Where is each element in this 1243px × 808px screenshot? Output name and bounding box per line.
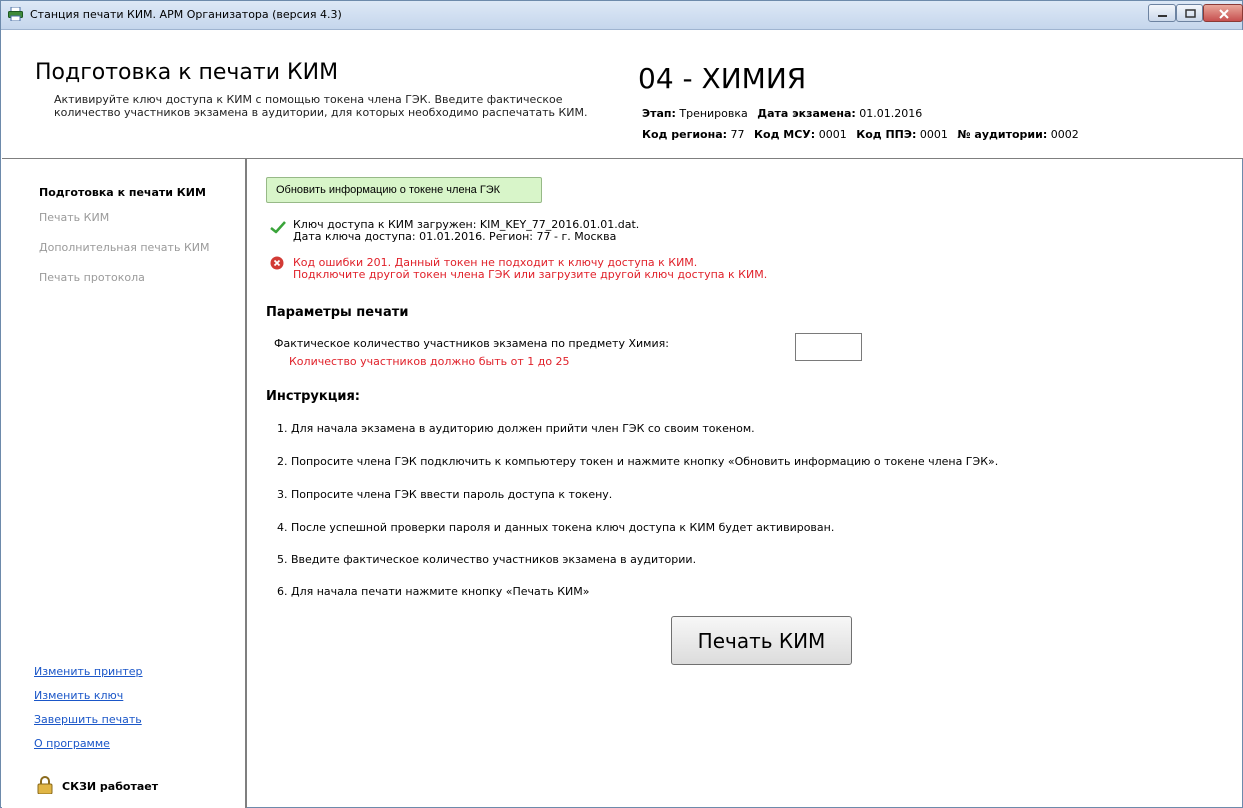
- app-window: Станция печати КИМ. АРМ Организатора (ве…: [0, 0, 1243, 808]
- stage-value: Тренировка: [679, 107, 748, 120]
- maximize-button[interactable]: [1176, 4, 1203, 22]
- refresh-token-button[interactable]: Обновить информацию о токене члена ГЭК: [266, 177, 542, 203]
- sidebar-item-print[interactable]: Печать КИМ: [39, 211, 109, 224]
- sidebar: [2, 159, 247, 808]
- instructions-title: Инструкция:: [266, 389, 360, 404]
- maximize-icon: [1185, 9, 1196, 18]
- close-button[interactable]: [1203, 4, 1243, 22]
- exam-date-value: 01.01.2016: [859, 107, 923, 120]
- instruction-step-6: 6. Для начала печати нажмите кнопку «Печ…: [277, 585, 590, 598]
- subject-title: 04 - ХИМИЯ: [638, 62, 807, 95]
- about-link[interactable]: О программе: [34, 737, 110, 750]
- key-date-message: Дата ключа доступа: 01.01.2016. Регион: …: [293, 230, 617, 243]
- close-icon: [1219, 9, 1229, 19]
- title-bar[interactable]: Станция печати КИМ. АРМ Организатора (ве…: [1, 1, 1243, 30]
- change-printer-link[interactable]: Изменить принтер: [34, 665, 143, 678]
- minimize-icon: [1158, 15, 1167, 17]
- sidebar-item-print-protocol[interactable]: Печать протокола: [39, 271, 145, 284]
- exam-date-label: Дата экзамена:: [757, 107, 856, 120]
- stage-label: Этап:: [642, 107, 676, 120]
- instruction-step-4: 4. После успешной проверки пароля и данн…: [277, 521, 835, 534]
- room-label: № аудитории:: [957, 128, 1048, 141]
- lock-icon: [37, 776, 53, 794]
- page-description: Активируйте ключ доступа к КИМ с помощью…: [54, 93, 588, 119]
- exam-meta-row1: Этап: Тренировка Дата экзамена: 01.01.20…: [642, 107, 928, 120]
- msu-value: 0001: [818, 128, 847, 141]
- instruction-step-1: 1. Для начала экзамена в аудиторию долже…: [277, 422, 755, 435]
- print-kim-button[interactable]: Печать КИМ: [671, 616, 852, 665]
- exam-meta-row2: Код региона: 77 Код МСУ: 0001 Код ППЭ: 0…: [642, 128, 1085, 141]
- room-value: 0002: [1050, 128, 1079, 141]
- sidebar-item-additional-print[interactable]: Дополнительная печать КИМ: [39, 241, 209, 254]
- error-message-line2: Подключите другой токен члена ГЭК или за…: [293, 268, 768, 281]
- instruction-step-3: 3. Попросите члена ГЭК ввести пароль дос…: [277, 488, 613, 501]
- ppe-label: Код ППЭ:: [856, 128, 917, 141]
- finish-print-link[interactable]: Завершить печать: [34, 713, 142, 726]
- count-label: Фактическое количество участников экзаме…: [274, 337, 669, 350]
- checkmark-icon: [270, 221, 286, 234]
- page-title: Подготовка к печати КИМ: [35, 60, 339, 85]
- instruction-step-2: 2. Попросите члена ГЭК подключить к комп…: [277, 455, 999, 468]
- window-title: Станция печати КИМ. АРМ Организатора (ве…: [30, 8, 342, 21]
- page-header: Подготовка к печати КИМ Активируйте ключ…: [2, 30, 1243, 159]
- minimize-button[interactable]: [1148, 4, 1176, 22]
- participants-count-input[interactable]: [795, 333, 862, 361]
- region-value: 77: [730, 128, 745, 141]
- skzi-status: СКЗИ работает: [62, 780, 159, 793]
- printer-app-icon: [8, 7, 23, 21]
- params-section-title: Параметры печати: [266, 305, 409, 320]
- region-label: Код региона:: [642, 128, 728, 141]
- count-validation-error: Количество участников должно быть от 1 д…: [289, 355, 570, 368]
- change-key-link[interactable]: Изменить ключ: [34, 689, 123, 702]
- msu-label: Код МСУ:: [754, 128, 816, 141]
- instruction-step-5: 5. Введите фактическое количество участн…: [277, 553, 697, 566]
- error-icon: [270, 256, 284, 270]
- ppe-value: 0001: [919, 128, 948, 141]
- sidebar-item-prepare[interactable]: Подготовка к печати КИМ: [39, 186, 206, 199]
